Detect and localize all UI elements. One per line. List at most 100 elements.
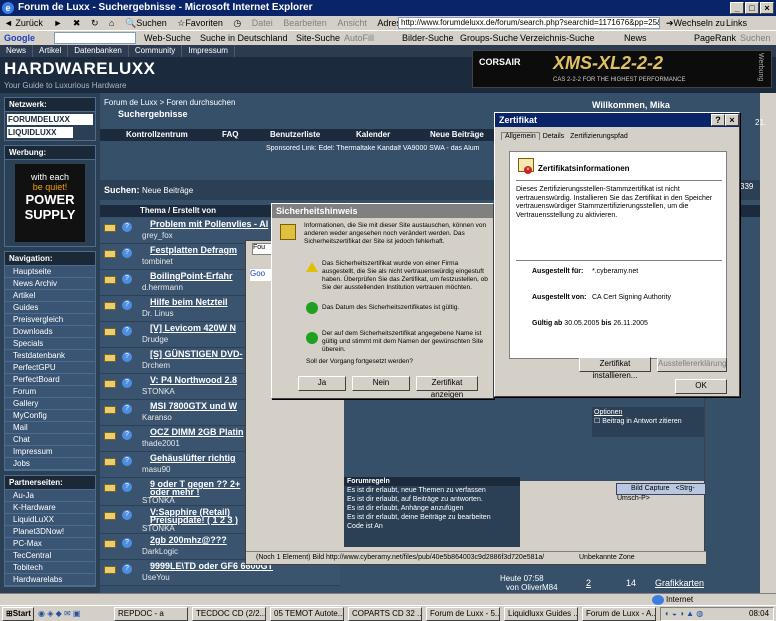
sidebar-item-nav[interactable]: Forum: [5, 386, 95, 398]
sidebar-item-nav[interactable]: Jobs: [5, 458, 95, 470]
search-button[interactable]: 🔍Suchen: [121, 16, 171, 30]
history-icon[interactable]: ◷: [229, 16, 245, 30]
sidebar-item-partner[interactable]: PC-Max: [5, 538, 95, 550]
nav-impressum[interactable]: Impressum: [182, 45, 235, 57]
thread-author[interactable]: STONKA: [142, 387, 175, 396]
google-search-input[interactable]: [54, 32, 136, 44]
taskbar-task[interactable]: REPDOC - a: [114, 607, 188, 621]
sidebar-item-nav[interactable]: Downloads: [5, 326, 95, 338]
site-search-button[interactable]: Site-Suche: [292, 31, 344, 45]
go-button[interactable]: ➔Wechseln zu: [662, 16, 729, 30]
yes-button[interactable]: Ja: [298, 376, 346, 391]
menu-ansicht[interactable]: Ansicht: [333, 16, 371, 30]
quicklaunch-icons[interactable]: ◉ ◈ ◆ ✉ ▣: [38, 608, 108, 620]
thread-author[interactable]: tombinet: [142, 257, 173, 266]
context-menu-item[interactable]: Bild Capture <Strg-Umsch-P>: [616, 483, 706, 502]
thread-author[interactable]: masu90: [142, 465, 170, 474]
site-logo[interactable]: HARDWARELUXX: [4, 59, 155, 79]
thread-author[interactable]: Dr. Linus: [142, 309, 174, 318]
forward-button[interactable]: ►: [49, 16, 66, 30]
sidebar-item-partner[interactable]: Au-Ja: [5, 490, 95, 502]
links-button[interactable]: Links: [722, 16, 751, 30]
nav-artikel[interactable]: Artikel: [33, 45, 69, 57]
last-row-replies[interactable]: 2: [586, 578, 591, 588]
sponsor-link[interactable]: Sponsored Link: Edel: Thermaltake Kandal…: [266, 145, 494, 152]
address-input[interactable]: http://www.forumdeluxx.de/forum/search.p…: [398, 17, 660, 29]
favorites-button[interactable]: ☆Favoriten: [173, 16, 227, 30]
tab-details[interactable]: Details: [540, 133, 567, 140]
taskbar-task[interactable]: TECDOC CD (2/2...: [192, 607, 266, 621]
maximize-button[interactable]: □: [745, 2, 759, 14]
sidebar-item-nav[interactable]: Gallery: [5, 398, 95, 410]
nav-community[interactable]: Community: [129, 45, 183, 57]
sidebar-item-partner[interactable]: Planet3DNow!: [5, 526, 95, 538]
ad-banner[interactable]: CORSAIR XMS-XL2-2-2 CAS 2-2-2 FOR THE HI…: [472, 50, 772, 88]
taskbar-task[interactable]: 05 TEMOT Autote...: [270, 607, 344, 621]
sidebar-item-partner[interactable]: Tobitech: [5, 562, 95, 574]
tray-icons[interactable]: ◐ ◒ ◑ ▲ ◍: [665, 609, 703, 618]
sidebar-item-partner[interactable]: Hardwarelabs: [5, 574, 95, 586]
sidebar-item-nav[interactable]: MyConfig: [5, 410, 95, 422]
sidebar-item-partner[interactable]: LiquidLuXX: [5, 514, 95, 526]
refresh-icon[interactable]: ↻: [87, 16, 103, 30]
sidebar-item-nav[interactable]: PerfectGPU: [5, 362, 95, 374]
issuer-statement-button[interactable]: Ausstellererklärung: [657, 357, 727, 372]
start-button[interactable]: ⊞Start: [2, 607, 34, 621]
sidebar-item-nav[interactable]: Chat: [5, 434, 95, 446]
de-search-button[interactable]: Suche in Deutschland: [196, 31, 292, 45]
tab-allgemein[interactable]: Allgemein: [501, 132, 540, 140]
news-button[interactable]: News: [620, 31, 651, 45]
taskbar-task[interactable]: COPARTS CD 32 ...: [348, 607, 422, 621]
cert-help-button[interactable]: ?: [711, 114, 725, 126]
bequiet-ad[interactable]: with each be quiet! POWER SUPPLY: [15, 164, 85, 242]
directory-search-button[interactable]: Verzeichnis-Suche: [516, 31, 599, 45]
thread-author[interactable]: thade2001: [142, 439, 180, 448]
thread-author[interactable]: STONKA: [142, 496, 175, 505]
cert-close-button[interactable]: ×: [725, 114, 739, 126]
taskbar-task[interactable]: Forum de Luxx - A...: [582, 607, 656, 621]
network-forumdeluxx[interactable]: FORUMDELUXX: [7, 114, 93, 125]
network-liquidluxx[interactable]: LIQUIDLUXX: [7, 127, 73, 138]
tab-faq[interactable]: FAQ: [222, 129, 238, 141]
thread-author[interactable]: grey_fox: [142, 231, 173, 240]
groups-search-button[interactable]: Groups-Suche: [456, 31, 522, 45]
ok-button[interactable]: OK: [675, 379, 727, 394]
sidebar-item-nav[interactable]: Specials: [5, 338, 95, 350]
tab-kontrollzentrum[interactable]: Kontrollzentrum: [126, 129, 188, 141]
menu-bearbeiten[interactable]: Bearbeiten: [279, 16, 331, 30]
sidebar-item-nav[interactable]: PerfectBoard: [5, 374, 95, 386]
sidebar-item-nav[interactable]: Testdatenbank: [5, 350, 95, 362]
view-certificate-button[interactable]: Zertifikat anzeigen: [416, 376, 478, 399]
sidebar-item-nav[interactable]: Hauptseite: [5, 266, 95, 278]
tab-benutzerliste[interactable]: Benutzerliste: [270, 129, 320, 141]
sidebar-item-nav[interactable]: Mail: [5, 422, 95, 434]
thread-author[interactable]: Drchem: [142, 361, 170, 370]
last-row-forum[interactable]: Grafikkarten: [655, 578, 704, 588]
thread-author[interactable]: Karanso: [142, 413, 172, 422]
autofill-button[interactable]: AutoFill: [340, 31, 378, 45]
thread-author[interactable]: d.herrmann: [142, 283, 183, 292]
thread-author[interactable]: DarkLogic: [142, 547, 178, 556]
nav-datenbanken[interactable]: Datenbanken: [68, 45, 129, 57]
minimize-button[interactable]: _: [730, 2, 744, 14]
google-search-button[interactable]: Suchen: [736, 31, 775, 45]
thread-author[interactable]: UseYou: [142, 573, 170, 582]
stop-icon[interactable]: ✖: [69, 16, 85, 30]
sidebar-item-partner[interactable]: TecCentral: [5, 550, 95, 562]
breadcrumb[interactable]: Forum de Luxx > Foren durchsuchen: [104, 98, 504, 107]
sidebar-item-nav[interactable]: Impressum: [5, 446, 95, 458]
sidebar-item-partner[interactable]: K-Hardware: [5, 502, 95, 514]
no-button[interactable]: Nein: [352, 376, 410, 391]
home-icon[interactable]: ⌂: [105, 16, 118, 30]
tab-zertifizierungspfad[interactable]: Zertifizierungspfad: [567, 133, 631, 140]
tab-kalender[interactable]: Kalender: [356, 129, 390, 141]
web-search-button[interactable]: Web-Suche: [140, 31, 195, 45]
sidebar-item-nav[interactable]: Artikel: [5, 290, 95, 302]
thread-author[interactable]: STONKA: [142, 524, 175, 533]
thread-author[interactable]: Drudge: [142, 335, 168, 344]
close-button[interactable]: ×: [760, 2, 774, 14]
sidebar-item-nav[interactable]: News Archiv: [5, 278, 95, 290]
last-row-by[interactable]: von OliverM84: [506, 583, 558, 592]
back-button[interactable]: ◄ Zurück: [0, 16, 47, 30]
taskbar-task[interactable]: Forum de Luxx - 5...: [426, 607, 500, 621]
